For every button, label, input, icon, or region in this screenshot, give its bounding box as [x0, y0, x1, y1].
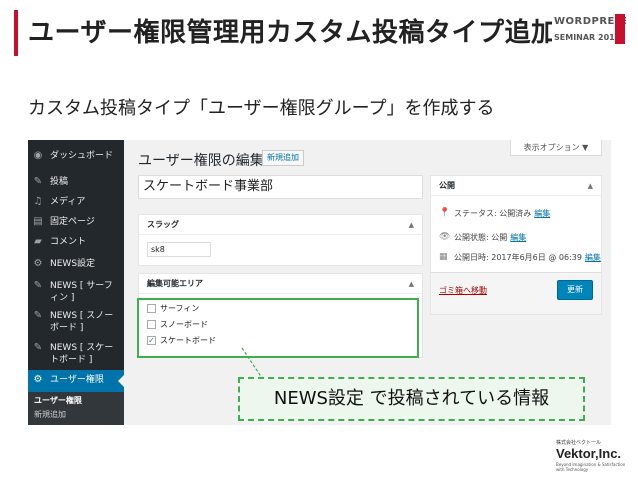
annotation-callout: NEWS設定 で投稿されている情報	[238, 377, 585, 421]
vektor-logo: 株式会社ベクトール Vektor,Inc. Beyond Imagination…	[556, 440, 626, 472]
company-name: Vektor,Inc.	[556, 446, 622, 461]
company-tagline: Beyond Imagination & Satisfaction with T…	[556, 462, 626, 472]
